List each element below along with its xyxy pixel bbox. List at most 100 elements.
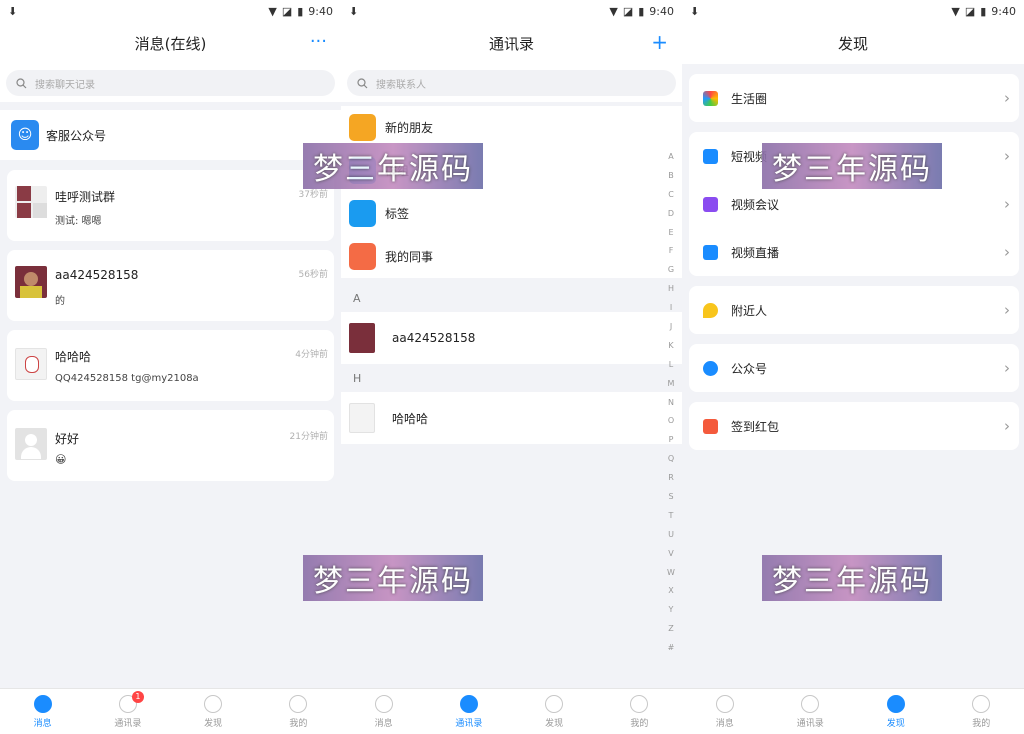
index-letter[interactable]: R — [668, 469, 674, 488]
checkin-redpacket-row[interactable]: 签到红包 › — [689, 402, 1019, 450]
tab-me[interactable]: 我的 — [597, 689, 682, 734]
download-icon: ⬇ — [349, 4, 359, 18]
index-letter[interactable]: J — [670, 318, 672, 337]
more-dots-icon[interactable]: ··· — [310, 32, 327, 52]
contact-aa[interactable]: aa424528158 — [341, 312, 682, 364]
index-letter[interactable]: I — [670, 299, 672, 318]
nearby-card: 附近人 › — [689, 286, 1019, 334]
live-icon — [703, 244, 718, 260]
index-letter[interactable]: Q — [668, 450, 674, 469]
nearby-row[interactable]: 附近人 › — [689, 286, 1019, 334]
index-letter[interactable]: K — [668, 337, 673, 356]
default-avatar — [15, 428, 47, 460]
tab-contacts[interactable]: 1 通讯录 — [85, 689, 170, 734]
search-input[interactable]: 搜索聊天记录 — [6, 70, 335, 96]
row-label: 新的朋友 — [385, 121, 434, 135]
moments-icon — [703, 90, 718, 106]
index-letter[interactable]: H — [668, 280, 674, 299]
index-letter[interactable]: P — [669, 431, 674, 450]
tab-messages[interactable]: 消息 — [682, 689, 768, 734]
search-input[interactable]: 搜索联系人 — [347, 70, 676, 96]
index-letter[interactable]: F — [669, 242, 674, 261]
user-avatar — [15, 266, 47, 298]
wifi-icon: ▼ — [609, 4, 618, 18]
status-time: 9:40 — [308, 4, 333, 18]
search-icon — [16, 77, 27, 88]
section-header-h: H — [341, 365, 682, 393]
status-time: 9:40 — [991, 4, 1016, 18]
tab-contacts[interactable]: 通讯录 — [426, 689, 511, 734]
compass-icon — [545, 694, 564, 713]
tab-messages[interactable]: 消息 — [341, 689, 426, 734]
index-letter[interactable]: G — [668, 261, 674, 280]
chat-item-haohao[interactable]: 好好 😀 21分钟前 — [7, 410, 334, 481]
chat-icon — [33, 694, 52, 713]
watermark: 梦三年源码 — [303, 143, 483, 189]
tab-messages[interactable]: 消息 — [0, 689, 85, 734]
index-letter[interactable]: A — [668, 148, 673, 167]
tab-bar: 消息 通讯录 发现 我的 — [341, 688, 682, 734]
contact-hahaha[interactable]: 哈哈哈 — [341, 392, 682, 444]
index-letter[interactable]: Y — [669, 601, 674, 620]
index-letter[interactable]: C — [668, 186, 674, 205]
tab-label: 发现 — [545, 718, 564, 729]
contacts-icon — [801, 694, 820, 713]
location-pin-icon — [703, 302, 718, 318]
index-letter[interactable]: Z — [668, 620, 673, 639]
search-icon — [357, 77, 368, 88]
index-letter[interactable]: M — [668, 375, 675, 394]
index-letter[interactable]: X — [668, 582, 673, 601]
official-card: 公众号 › — [689, 344, 1019, 392]
service-account-row[interactable]: ☺ 客服公众号 — [0, 110, 341, 160]
tab-discover[interactable]: 发现 — [853, 689, 939, 734]
tab-me[interactable]: 我的 — [256, 689, 341, 734]
index-letter[interactable]: U — [668, 526, 674, 545]
signal-icon: ◪ — [964, 4, 976, 18]
tab-label: 发现 — [204, 718, 223, 729]
tab-label: 我的 — [630, 718, 649, 729]
tags-row[interactable]: 标签 — [341, 192, 682, 235]
colleagues-row[interactable]: 我的同事 — [341, 235, 682, 278]
search-bar: 搜索联系人 — [341, 64, 682, 102]
chat-item-group[interactable]: 哇呼测试群 测试: 嗯嗯 37秒前 — [7, 170, 334, 241]
download-icon: ⬇ — [690, 4, 700, 18]
discover-screen: ⬇ ▼ ◪ ▮ 9:40 发现 生活圈 › 短视频 › 视频会议 › 视频直播 › 附近人 › … — [682, 0, 1024, 734]
new-friend-icon — [349, 114, 376, 141]
index-letter[interactable]: B — [668, 167, 674, 186]
chevron-right-icon: › — [1004, 417, 1010, 435]
chat-item-hahaha[interactable]: 哈哈哈 QQ424528158 tg@my2108a 4分钟前 — [7, 330, 334, 401]
tab-label: 消息 — [33, 718, 52, 729]
chat-item-aa[interactable]: aa424528158 的 56秒前 — [7, 250, 334, 321]
index-letter[interactable]: S — [668, 488, 673, 507]
index-letter[interactable]: T — [669, 507, 674, 526]
live-stream-row[interactable]: 视频直播 › — [689, 228, 1019, 276]
alphabet-index[interactable]: A B C D E F G H I J K L M N O P Q R S T U V W X Y Z # — [664, 148, 678, 658]
official-account-row[interactable]: 公众号 › — [689, 344, 1019, 392]
red-packet-icon — [703, 418, 718, 434]
colleague-icon — [349, 243, 376, 270]
search-placeholder: 搜索联系人 — [376, 79, 426, 91]
tab-discover[interactable]: 发现 — [512, 689, 597, 734]
chat-time: 56秒前 — [298, 270, 328, 280]
tab-contacts[interactable]: 通讯录 — [768, 689, 854, 734]
contact-name: 哈哈哈 — [392, 411, 429, 426]
tab-me[interactable]: 我的 — [939, 689, 1024, 734]
index-letter[interactable]: W — [667, 564, 675, 583]
moments-row[interactable]: 生活圈 › — [689, 74, 1019, 122]
chevron-right-icon: › — [1004, 359, 1010, 377]
tab-discover[interactable]: 发现 — [171, 689, 256, 734]
index-letter[interactable]: O — [668, 412, 674, 431]
section-header-a: A — [341, 285, 682, 313]
add-icon[interactable]: + — [651, 32, 668, 52]
signal-icon: ◪ — [281, 4, 293, 18]
index-letter[interactable]: # — [668, 639, 675, 658]
chevron-right-icon: › — [1004, 147, 1010, 165]
row-label: 签到红包 — [731, 419, 780, 434]
chat-name: aa424528158 — [55, 268, 139, 282]
index-letter[interactable]: D — [668, 205, 674, 224]
moments-card: 生活圈 › — [689, 74, 1019, 122]
index-letter[interactable]: E — [668, 224, 673, 243]
index-letter[interactable]: V — [668, 545, 673, 564]
index-letter[interactable]: L — [669, 356, 673, 375]
index-letter[interactable]: N — [668, 394, 674, 413]
